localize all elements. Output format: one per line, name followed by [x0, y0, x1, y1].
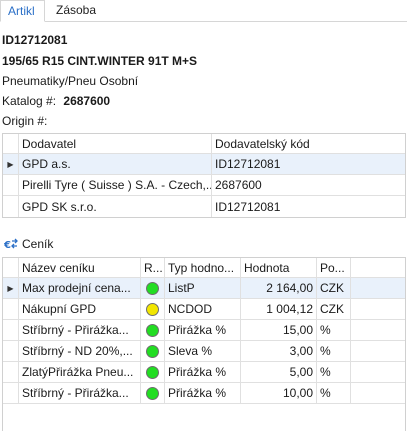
- article-code: ID12712081: [2, 33, 68, 47]
- status-cell: [141, 341, 165, 361]
- pricelist-title: Ceník: [22, 237, 54, 251]
- row-filler: [351, 362, 405, 382]
- catalog-row: Katalog #: 2687600: [2, 94, 110, 108]
- pricelist-type: Sleva %: [165, 341, 241, 361]
- supplier-code: 2687600: [215, 178, 262, 192]
- pricelist-name: Stříbrný - ND 20%,...: [19, 341, 141, 361]
- pricelist-unit: %: [317, 320, 351, 340]
- pricelist-section: € Ceník: [4, 236, 53, 252]
- pricelist-value: 10,00: [241, 383, 317, 403]
- pricelist-type: ListP: [165, 278, 241, 298]
- supplier-name: Pirelli Tyre ( Suisse ) S.A. - Czech,...: [19, 175, 212, 195]
- status-green-icon: [146, 365, 159, 379]
- row-filler: [351, 383, 405, 403]
- pricelist-unit: CZK: [317, 278, 351, 298]
- pricelist-value: 15,00: [241, 320, 317, 340]
- tab-zasoba[interactable]: Zásoba: [49, 0, 103, 22]
- pricelist-name: Stříbrný - Přirážka...: [19, 383, 141, 403]
- tab-bar: Artikl Zásoba: [0, 0, 407, 22]
- table-row[interactable]: Nákupní GPD NCDOD 1 004,12 CZK: [3, 299, 405, 320]
- catalog-value: 2687600: [63, 94, 111, 108]
- status-cell: [141, 362, 165, 382]
- pricelist-type: Přirážka %: [165, 320, 241, 340]
- table-row[interactable]: Stříbrný - ND 20%,... Sleva % 3,00 %: [3, 341, 405, 362]
- table-row[interactable]: ▶ GPD a.s. ID12712081: [3, 154, 405, 175]
- col-typ-hodnoty[interactable]: Typ hodno...: [165, 258, 241, 277]
- pricelist-value: 2 164,00: [241, 278, 317, 298]
- row-indicator: [3, 362, 19, 382]
- pricelist-name: Nákupní GPD: [19, 299, 141, 319]
- supplier-name: GPD SK s.r.o.: [19, 196, 212, 217]
- col-hodnota[interactable]: Hodnota: [241, 258, 317, 277]
- col-dodavatel[interactable]: Dodavatel: [19, 134, 212, 153]
- row-indicator: [3, 320, 19, 340]
- pricelist-grid: Název ceníku R... Typ hodno... Hodnota P…: [2, 257, 406, 431]
- pricelist-unit: CZK: [317, 299, 351, 319]
- svg-text:€: €: [4, 240, 11, 250]
- pricelist-header: Název ceníku R... Typ hodno... Hodnota P…: [3, 258, 405, 278]
- table-row[interactable]: ▶ Max prodejní cena... ListP 2 164,00 CZ…: [3, 278, 405, 299]
- status-green-icon: [146, 323, 159, 337]
- status-green-icon: [146, 344, 159, 358]
- pricelist-unit: %: [317, 341, 351, 361]
- pricelist-name: ZlatýPřirážka Pneu...: [19, 362, 141, 382]
- table-row[interactable]: Pirelli Tyre ( Suisse ) S.A. - Czech,...…: [3, 175, 405, 196]
- row-filler: [351, 320, 405, 340]
- status-yellow-icon: [146, 302, 159, 316]
- col-r[interactable]: R...: [141, 258, 165, 277]
- row-filler: [351, 299, 405, 319]
- currency-icon: €: [4, 238, 18, 250]
- status-green-icon: [146, 386, 159, 400]
- table-row[interactable]: GPD SK s.r.o. ID12712081: [3, 196, 405, 217]
- row-filler: [351, 278, 405, 298]
- row-indicator-header: [3, 258, 19, 277]
- row-indicator: [3, 299, 19, 319]
- row-pointer-icon: ▶: [3, 278, 19, 298]
- table-row[interactable]: ZlatýPřirážka Pneu... Přirážka % 5,00 %: [3, 362, 405, 383]
- supplier-code: ID12712081: [215, 199, 281, 214]
- suppliers-grid: Dodavatel Dodavatelský kód ▶ GPD a.s. ID…: [2, 133, 406, 218]
- pricelist-name: Stříbrný - Přirážka...: [19, 320, 141, 340]
- pricelist-unit: %: [317, 383, 351, 403]
- col-filler: [351, 258, 405, 277]
- status-cell: [141, 383, 165, 403]
- row-indicator: [3, 383, 19, 403]
- pricelist-type: Přirážka %: [165, 383, 241, 403]
- origin-label: Origin #:: [2, 114, 48, 128]
- row-filler: [351, 341, 405, 361]
- pricelist-value: 1 004,12: [241, 299, 317, 319]
- pricelist-type: Přirážka %: [165, 362, 241, 382]
- row-indicator-header: [3, 134, 19, 153]
- supplier-code: ID12712081: [215, 157, 281, 171]
- supplier-name: GPD a.s.: [19, 154, 212, 174]
- article-name: 195/65 R15 CINT.WINTER 91T M+S: [2, 54, 198, 68]
- table-row[interactable]: Stříbrný - Přirážka... Přirážka % 10,00 …: [3, 383, 405, 404]
- status-green-icon: [146, 281, 159, 295]
- tab-artikl[interactable]: Artikl: [0, 0, 45, 22]
- row-indicator: [3, 175, 19, 195]
- pricelist-unit: %: [317, 362, 351, 382]
- table-row[interactable]: Stříbrný - Přirážka... Přirážka % 15,00 …: [3, 320, 405, 341]
- pricelist-name: Max prodejní cena...: [19, 278, 141, 298]
- row-pointer-icon: ▶: [3, 154, 19, 174]
- col-po[interactable]: Po...: [317, 258, 351, 277]
- col-dodavatelsky-kod[interactable]: Dodavatelský kód: [212, 134, 405, 153]
- row-indicator: [3, 196, 19, 217]
- article-category: Pneumatiky/Pneu Osobní: [2, 74, 139, 88]
- status-cell: [141, 299, 165, 319]
- col-nazev-ceniku[interactable]: Název ceníku: [19, 258, 141, 277]
- suppliers-header: Dodavatel Dodavatelský kód: [3, 134, 405, 154]
- row-indicator: [3, 341, 19, 361]
- pricelist-value: 5,00: [241, 362, 317, 382]
- pricelist-type: NCDOD: [165, 299, 241, 319]
- status-cell: [141, 320, 165, 340]
- status-cell: [141, 278, 165, 298]
- catalog-label: Katalog #:: [2, 94, 57, 108]
- pricelist-value: 3,00: [241, 341, 317, 361]
